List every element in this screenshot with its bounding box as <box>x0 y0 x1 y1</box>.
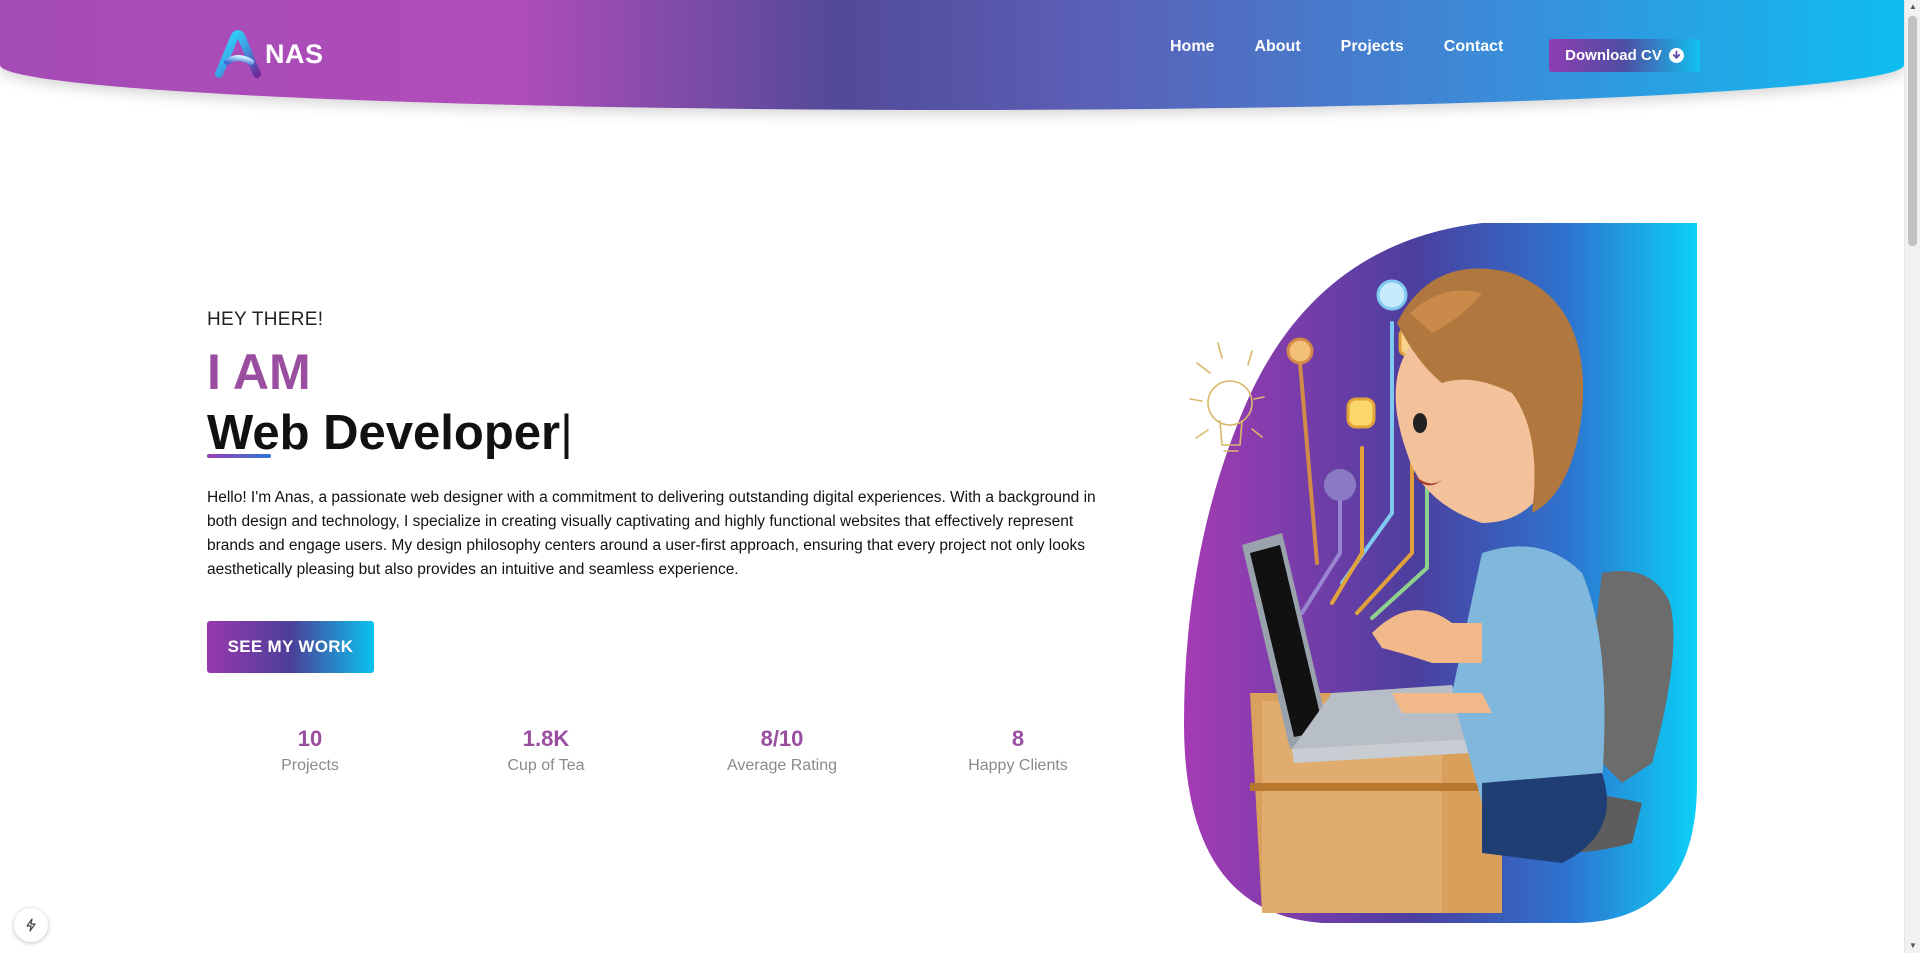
stat-value: 10 <box>297 726 323 751</box>
nav-home[interactable]: Home <box>1170 38 1214 56</box>
stat-label: Projects <box>281 757 339 774</box>
scroll-down-arrow-icon[interactable]: ▼ <box>1905 939 1920 953</box>
nav-about[interactable]: About <box>1254 38 1300 56</box>
stat-cup-of-tea: 1.8K Cup of Tea <box>428 725 664 775</box>
nav-contact[interactable]: Contact <box>1444 38 1504 56</box>
stat-value: 1.8K <box>522 726 570 751</box>
hero-role-text: Web Developer <box>207 406 561 460</box>
stat-value: 8 <box>1011 726 1025 751</box>
see-my-work-button[interactable]: SEE MY WORK <box>207 621 374 673</box>
download-cv-label: Download CV <box>1565 47 1662 64</box>
page-scrollbar[interactable]: ▲ ▼ <box>1904 0 1920 953</box>
stats-row: 10 Projects 1.8K Cup of Tea 8/10 Average… <box>192 725 1136 775</box>
hero-illustration <box>1184 223 1697 923</box>
stat-projects: 10 Projects <box>192 725 428 775</box>
stat-value: 8/10 <box>760 726 804 751</box>
brand-logo[interactable]: NAS <box>213 30 324 78</box>
typing-cursor: | <box>560 406 573 460</box>
role-underline <box>207 454 271 458</box>
logo-a-icon <box>215 30 261 78</box>
hero-intro: Hello! I'm Anas, a passionate web design… <box>207 489 1096 578</box>
hero-heading: I AM <box>207 344 311 400</box>
main-nav: Home About Projects Contact <box>1170 38 1543 56</box>
nav-projects[interactable]: Projects <box>1341 38 1404 56</box>
download-circle-icon <box>1668 48 1684 63</box>
download-cv-button[interactable]: Download CV <box>1549 39 1700 72</box>
stat-average-rating: 8/10 Average Rating <box>664 725 900 775</box>
stat-label: Average Rating <box>727 757 837 774</box>
hero-greeting: HEY THERE! <box>207 309 324 330</box>
stat-label: Happy Clients <box>968 757 1068 774</box>
lightning-icon[interactable] <box>14 908 48 942</box>
scroll-thumb[interactable] <box>1908 16 1917 246</box>
stat-happy-clients: 8 Happy Clients <box>900 725 1136 775</box>
logo-text: NAS <box>265 38 324 69</box>
stat-label: Cup of Tea <box>507 757 585 774</box>
site-header: NAS Home About Projects Contact Download… <box>0 0 1904 110</box>
scroll-up-arrow-icon[interactable]: ▲ <box>1905 0 1920 14</box>
